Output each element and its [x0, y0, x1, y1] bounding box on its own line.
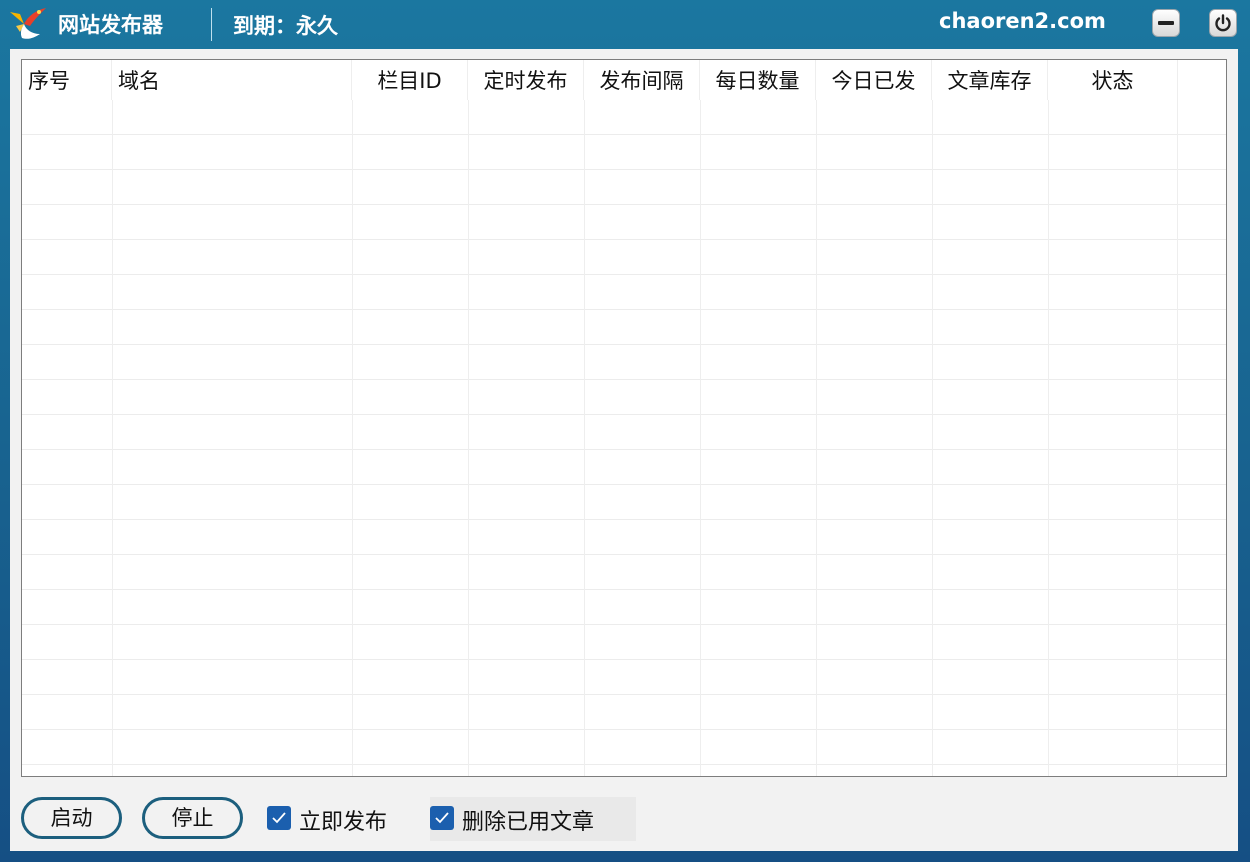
column-divider	[1177, 100, 1178, 776]
column-header-published-today[interactable]: 今日已发	[816, 60, 932, 100]
table-row[interactable]	[22, 380, 1226, 415]
table-row[interactable]	[22, 520, 1226, 555]
table-row[interactable]	[22, 450, 1226, 485]
expiry-label: 到期：永久	[233, 14, 338, 38]
table-row[interactable]	[22, 170, 1226, 205]
table-row[interactable]	[22, 135, 1226, 170]
column-divider	[816, 100, 817, 776]
publish-now-option[interactable]: 立即发布	[267, 799, 407, 839]
stop-button[interactable]: 停止	[142, 797, 243, 839]
publish-now-checkbox[interactable]	[267, 806, 291, 830]
title-divider	[211, 8, 212, 41]
table-row[interactable]	[22, 240, 1226, 275]
table-row[interactable]	[22, 275, 1226, 310]
table-row[interactable]	[22, 100, 1226, 135]
column-divider	[1048, 100, 1049, 776]
table-row[interactable]	[22, 415, 1226, 450]
table-row[interactable]	[22, 660, 1226, 695]
table-row[interactable]	[22, 555, 1226, 590]
column-divider	[700, 100, 701, 776]
column-header-article-stock[interactable]: 文章库存	[932, 60, 1048, 100]
table-row[interactable]	[22, 345, 1226, 380]
column-header-scheduled[interactable]: 定时发布	[468, 60, 584, 100]
publish-now-label: 立即发布	[299, 810, 388, 835]
power-icon	[1215, 14, 1231, 32]
table-row[interactable]	[22, 590, 1226, 625]
site-table[interactable]: 序号 域名 栏目ID 定时发布 发布间隔 每日数量 今日已发 文章库存 状态	[21, 59, 1227, 777]
table-row[interactable]	[22, 485, 1226, 520]
checkmark-icon	[435, 812, 449, 824]
start-button[interactable]: 启动	[21, 797, 122, 839]
table-row[interactable]	[22, 310, 1226, 345]
app-title: 网站发布器	[58, 13, 163, 37]
column-divider	[468, 100, 469, 776]
title-bar[interactable]: 网站发布器 到期：永久 chaoren2.com	[0, 0, 1250, 48]
minimize-button[interactable]	[1152, 9, 1180, 37]
minimize-icon	[1158, 21, 1174, 25]
table-row[interactable]	[22, 625, 1226, 660]
bird-logo-icon	[6, 4, 50, 44]
column-divider	[352, 100, 353, 776]
close-button[interactable]	[1209, 9, 1237, 37]
table-row[interactable]	[22, 695, 1226, 730]
column-header-domain[interactable]: 域名	[112, 60, 352, 100]
delete-used-articles-label: 删除已用文章	[462, 810, 595, 835]
column-header-daily-count[interactable]: 每日数量	[700, 60, 816, 100]
column-divider	[932, 100, 933, 776]
column-header-category-id[interactable]: 栏目ID	[352, 60, 468, 100]
table-row[interactable]	[22, 205, 1226, 240]
checkmark-icon	[272, 812, 286, 824]
column-header-interval[interactable]: 发布间隔	[584, 60, 700, 100]
column-divider	[584, 100, 585, 776]
delete-used-articles-option[interactable]: 删除已用文章	[430, 797, 636, 841]
table-row[interactable]	[22, 730, 1226, 765]
site-domain-label: chaoren2.com	[939, 9, 1106, 33]
column-divider	[112, 100, 113, 776]
column-header-index[interactable]: 序号	[22, 60, 112, 100]
delete-used-articles-checkbox[interactable]	[430, 806, 454, 830]
main-content: 序号 域名 栏目ID 定时发布 发布间隔 每日数量 今日已发 文章库存 状态 启…	[10, 49, 1238, 851]
table-body[interactable]	[22, 100, 1226, 776]
column-header-status[interactable]: 状态	[1048, 60, 1178, 100]
table-header: 序号 域名 栏目ID 定时发布 发布间隔 每日数量 今日已发 文章库存 状态	[22, 60, 1226, 100]
app-window: 网站发布器 到期：永久 chaoren2.com 序号 域名 栏目ID 定时发布…	[0, 0, 1250, 862]
